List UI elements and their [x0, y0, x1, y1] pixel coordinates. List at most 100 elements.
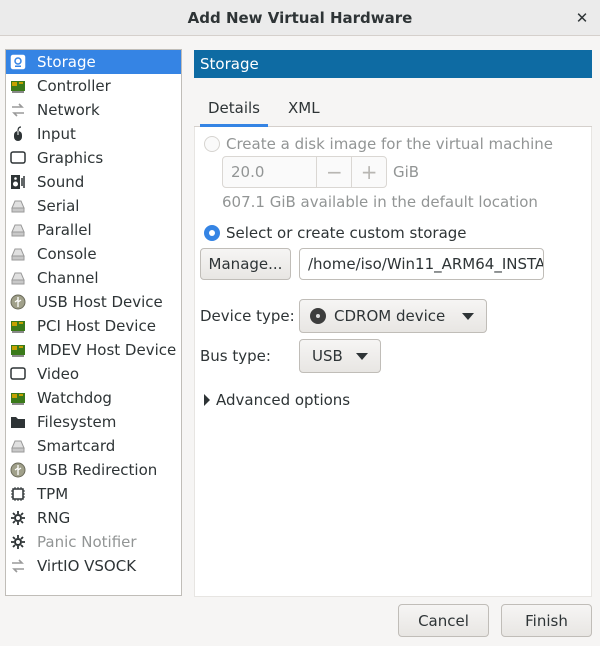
custom-storage-radio[interactable] [204, 225, 220, 241]
sidebar-item-label: Controller [37, 77, 111, 95]
sidebar-item-filesystem[interactable]: Filesystem [6, 410, 181, 434]
sidebar-item-panic-notifier[interactable]: Panic Notifier [6, 530, 181, 554]
sidebar-item-label: MDEV Host Device [37, 341, 177, 359]
tab-details[interactable]: Details [194, 90, 274, 127]
sidebar-item-label: Panic Notifier [37, 533, 137, 551]
sidebar-item-tpm[interactable]: TPM [6, 482, 181, 506]
cancel-button[interactable]: Cancel [398, 604, 489, 637]
decrement-button[interactable]: − [316, 157, 351, 187]
section-header: Storage [194, 50, 592, 78]
finish-button[interactable]: Finish [501, 604, 592, 637]
bus-type-select[interactable]: USB [299, 339, 381, 373]
sidebar-item-label: Storage [37, 53, 96, 71]
drive-icon [10, 222, 26, 238]
sidebar-item-storage[interactable]: Storage [6, 50, 181, 74]
drive-icon [10, 198, 26, 214]
storage-path-input[interactable]: /home/iso/Win11_ARM64_INSTA [299, 248, 544, 280]
window-title: Add New Virtual Hardware [187, 8, 413, 27]
drive-icon [10, 438, 26, 454]
mouse-icon [10, 126, 26, 142]
chip-icon [10, 318, 26, 334]
sidebar-item-label: USB Host Device [37, 293, 163, 311]
usb-icon [10, 294, 26, 310]
sidebar-item-label: Video [37, 365, 80, 383]
tab-bar: Details XML [194, 91, 592, 127]
network-icon [10, 558, 26, 574]
custom-storage-label: Select or create custom storage [226, 224, 467, 242]
tab-xml[interactable]: XML [274, 90, 334, 126]
increment-button[interactable]: + [351, 157, 386, 187]
device-type-label: Device type: [200, 307, 295, 325]
size-unit: GiB [393, 163, 420, 181]
sidebar-item-pci-host-device[interactable]: PCI Host Device [6, 314, 181, 338]
sidebar-item-console[interactable]: Console [6, 242, 181, 266]
sidebar-item-network[interactable]: Network [6, 98, 181, 122]
chip-icon [10, 342, 26, 358]
cpu-icon [10, 486, 26, 502]
device-type-select[interactable]: CDROM device [299, 299, 487, 333]
window-titlebar: Add New Virtual Hardware ✕ [0, 0, 600, 36]
sidebar-item-virtio-vsock[interactable]: VirtIO VSOCK [6, 554, 181, 578]
create-disk-label: Create a disk image for the virtual mach… [226, 135, 553, 153]
usb-icon [10, 462, 26, 478]
advanced-options-expander[interactable]: Advanced options [204, 391, 350, 409]
sidebar-item-label: Input [37, 125, 76, 143]
sidebar-item-label: RNG [37, 509, 71, 527]
sidebar-item-usb-host-device[interactable]: USB Host Device [6, 290, 181, 314]
chip-icon [10, 390, 26, 406]
sidebar-item-parallel[interactable]: Parallel [6, 218, 181, 242]
disk-size-stepper[interactable]: 20.0 − + [222, 156, 387, 188]
disk-icon [10, 54, 26, 70]
sidebar-item-label: TPM [37, 485, 69, 503]
monitor-icon [10, 366, 26, 382]
sidebar-item-label: Serial [37, 197, 80, 215]
sidebar-item-label: Parallel [37, 221, 92, 239]
sidebar-item-sound[interactable]: Sound [6, 170, 181, 194]
advanced-options-label: Advanced options [216, 391, 351, 409]
speaker-icon [10, 174, 26, 190]
sidebar-item-label: Watchdog [37, 389, 112, 407]
sidebar-item-label: Filesystem [37, 413, 117, 431]
sidebar-item-video[interactable]: Video [6, 362, 181, 386]
sidebar-item-smartcard[interactable]: Smartcard [6, 434, 181, 458]
sidebar-item-rng[interactable]: RNG [6, 506, 181, 530]
sidebar-item-usb-redirection[interactable]: USB Redirection [6, 458, 181, 482]
sidebar-item-watchdog[interactable]: Watchdog [6, 386, 181, 410]
sidebar-item-input[interactable]: Input [6, 122, 181, 146]
sidebar-item-serial[interactable]: Serial [6, 194, 181, 218]
sidebar-item-label: Console [37, 245, 97, 263]
disk-size-value[interactable]: 20.0 [223, 157, 316, 187]
sidebar-item-channel[interactable]: Channel [6, 266, 181, 290]
sidebar-item-label: VirtIO VSOCK [37, 557, 137, 575]
bus-type-value: USB [312, 347, 343, 365]
chevron-down-icon [462, 312, 474, 320]
close-icon[interactable]: ✕ [572, 8, 592, 28]
sidebar-item-controller[interactable]: Controller [6, 74, 181, 98]
monitor-icon [10, 150, 26, 166]
manage-button[interactable]: Manage... [200, 248, 291, 280]
chip-icon [10, 78, 26, 94]
expander-arrow-icon [204, 394, 210, 406]
sidebar-item-label: PCI Host Device [37, 317, 156, 335]
cdrom-icon [310, 308, 326, 324]
available-space-text: 607.1 GiB available in the default locat… [222, 193, 538, 211]
drive-icon [10, 246, 26, 262]
gear-icon [10, 510, 26, 526]
gear-icon [10, 534, 26, 550]
custom-storage-option[interactable]: Select or create custom storage [204, 224, 467, 242]
drive-icon [10, 270, 26, 286]
create-disk-radio[interactable] [204, 136, 220, 152]
hardware-type-list: Storage Controller Network Input Graphics Sou… [5, 49, 182, 596]
sidebar-item-label: Smartcard [37, 437, 116, 455]
sidebar-item-label: Sound [37, 173, 85, 191]
network-icon [10, 102, 26, 118]
create-disk-option[interactable]: Create a disk image for the virtual mach… [204, 135, 553, 153]
sidebar-item-label: Network [37, 101, 100, 119]
folder-icon [10, 414, 26, 430]
bus-type-label: Bus type: [200, 347, 271, 365]
sidebar-item-graphics[interactable]: Graphics [6, 146, 181, 170]
device-type-value: CDROM device [334, 307, 446, 325]
section-title: Storage [200, 55, 259, 73]
sidebar-item-label: Graphics [37, 149, 104, 167]
sidebar-item-mdev-host-device[interactable]: MDEV Host Device [6, 338, 181, 362]
